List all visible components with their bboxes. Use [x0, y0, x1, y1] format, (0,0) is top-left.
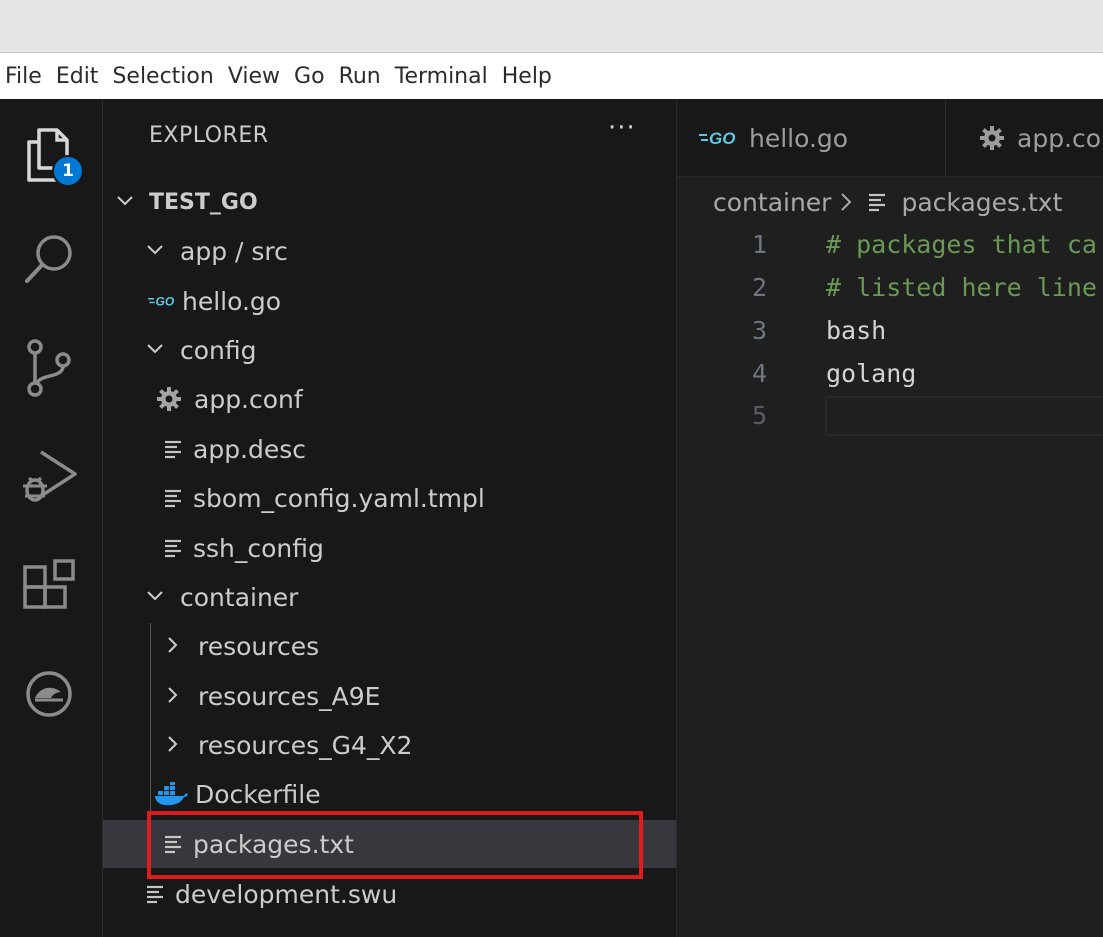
tree-item-label: ssh_config: [193, 533, 324, 563]
root-folder-label: TEST_GO: [149, 189, 258, 215]
chevron-right-icon: [839, 191, 853, 213]
chevron-right-icon: [161, 731, 185, 760]
tree-item-label: app.desc: [193, 434, 307, 464]
tree-file-dockerfile[interactable]: Dockerfile: [103, 770, 676, 818]
menu-terminal[interactable]: Terminal: [395, 64, 488, 89]
chevron-down-icon: [143, 237, 167, 266]
text-file-icon: [141, 884, 171, 904]
tree-file-app-conf[interactable]: app.conf: [103, 375, 676, 423]
text-file-icon: [867, 192, 889, 212]
run-debug-icon: [23, 450, 77, 502]
tree-folder-resources-a9e[interactable]: resources_A9E: [103, 672, 676, 720]
tree-item-label: app / src: [180, 236, 288, 266]
tree-folder-config[interactable]: config: [103, 326, 676, 374]
run-debug-activity-button[interactable]: [14, 441, 84, 511]
chevron-right-icon: [161, 682, 185, 711]
menu-view[interactable]: View: [228, 64, 280, 89]
menu-selection[interactable]: Selection: [112, 64, 213, 89]
tree-file-ssh-config[interactable]: ssh_config: [103, 524, 676, 572]
code-line[interactable]: golang: [826, 359, 916, 388]
explorer-title: EXPLORER: [149, 123, 269, 148]
chevron-down-icon: [143, 336, 167, 365]
line-number: 1: [751, 230, 767, 259]
menu-go[interactable]: Go: [294, 64, 325, 89]
tree-file-app-desc[interactable]: app.desc: [103, 425, 676, 473]
activity-bar: 1: [0, 99, 103, 937]
line-number: 2: [751, 273, 767, 302]
tree-folder-container[interactable]: container: [103, 573, 676, 621]
title-bar: [0, 0, 1103, 53]
chevron-down-icon: [113, 188, 137, 217]
tree-folder-app-src[interactable]: app / src: [103, 227, 676, 275]
breadcrumb: container packages.txt: [713, 185, 1062, 219]
tree-file-hello-go[interactable]: GO hello.go: [103, 277, 676, 325]
chevron-right-icon: [161, 632, 185, 661]
more-actions-button[interactable]: ···: [608, 113, 636, 143]
breadcrumb-file[interactable]: packages.txt: [901, 188, 1062, 217]
remote-explorer-activity-button[interactable]: [14, 659, 84, 729]
menu-run[interactable]: Run: [339, 64, 381, 89]
tree-item-label: container: [180, 582, 299, 612]
menu-help[interactable]: Help: [502, 64, 552, 89]
tree-item-label: Dockerfile: [195, 779, 321, 809]
tree-item-label: resources: [198, 631, 320, 661]
svg-text:GO: GO: [156, 295, 175, 309]
code-line[interactable]: # packages that ca: [826, 230, 1097, 259]
tree-item-label: hello.go: [182, 286, 282, 316]
tree-file-development-swu[interactable]: development.swu: [103, 870, 676, 918]
text-file-icon: [159, 834, 189, 854]
tree-item-label: resources_G4_X2: [198, 730, 413, 760]
editor-tabs: GO hello.go app.co: [677, 99, 1103, 177]
tab-label: app.co: [1017, 123, 1102, 153]
code-line[interactable]: bash: [826, 316, 886, 345]
search-icon: [25, 235, 72, 283]
tree-item-label: resources_A9E: [198, 681, 381, 711]
text-file-icon: [159, 538, 189, 558]
tree-item-label: config: [180, 335, 257, 365]
search-activity-button[interactable]: [14, 224, 84, 294]
docker-icon: [153, 782, 189, 806]
tree-folder-resources-g4-x2[interactable]: resources_G4_X2: [103, 721, 676, 769]
extensions-icon: [23, 559, 75, 609]
tree-item-label: development.swu: [175, 879, 398, 909]
go-icon: GO: [697, 129, 741, 147]
explorer-sidebar: EXPLORER ··· TEST_GO app / src GO hello.…: [103, 99, 676, 937]
tab-divider: [945, 99, 946, 177]
line-number: 3: [751, 316, 767, 345]
tree-root[interactable]: TEST_GO: [103, 178, 676, 226]
breadcrumb-folder[interactable]: container: [713, 188, 831, 217]
line-number: 4: [751, 359, 767, 388]
line-number: 5: [751, 401, 767, 430]
text-file-icon: [159, 439, 189, 459]
gear-icon: [979, 125, 1005, 151]
tree-folder-resources[interactable]: resources: [103, 622, 676, 670]
tab-label: hello.go: [749, 123, 849, 153]
go-file-icon: GO: [148, 292, 178, 310]
tree-item-label: app.conf: [194, 384, 303, 414]
menu-file[interactable]: File: [5, 64, 42, 89]
tab-app-conf[interactable]: app.co: [979, 99, 1101, 177]
gear-icon: [154, 386, 184, 412]
tree-file-sbom-config[interactable]: sbom_config.yaml.tmpl: [103, 474, 676, 522]
menu-bar: File Edit Selection View Go Run Terminal…: [0, 53, 1103, 99]
code-line[interactable]: # listed here line: [826, 273, 1097, 302]
remote-explorer-icon: [26, 671, 72, 717]
extensions-activity-button[interactable]: [14, 550, 84, 620]
tree-item-label: sbom_config.yaml.tmpl: [193, 483, 485, 513]
menu-edit[interactable]: Edit: [56, 64, 99, 89]
tree-file-packages-txt[interactable]: packages.txt: [103, 820, 676, 868]
source-control-activity-button[interactable]: [14, 333, 84, 403]
source-control-icon: [27, 339, 71, 397]
text-file-icon: [159, 488, 189, 508]
chevron-down-icon: [143, 583, 167, 612]
editor-area: GO hello.go app.co container packages.tx…: [676, 99, 1103, 937]
explorer-badge: 1: [52, 155, 84, 187]
tab-hello-go[interactable]: GO hello.go: [697, 99, 848, 177]
tree-item-label: packages.txt: [193, 829, 354, 859]
current-line-highlight: [825, 396, 1103, 436]
svg-text:GO: GO: [709, 129, 735, 147]
